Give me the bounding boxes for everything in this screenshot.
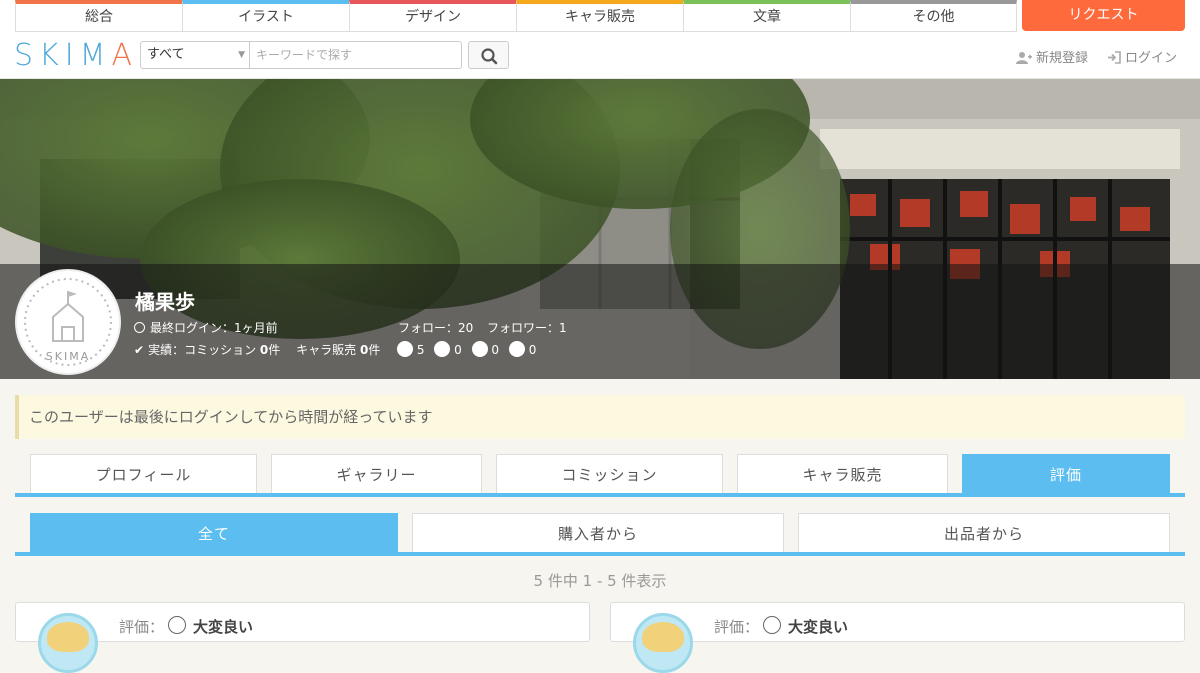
review-label: 評価： (119, 618, 165, 636)
bad-face-icon (508, 341, 525, 357)
avatar-wordmark: SKIMA (45, 350, 91, 363)
last-login: 最終ログイン：1ヶ月前 (134, 319, 278, 336)
login-link[interactable]: ログイン (1107, 47, 1177, 66)
reviewer-avatar[interactable] (38, 613, 98, 673)
review-card: 評価： 大変良い (610, 602, 1185, 673)
category-design[interactable]: デザイン (349, 0, 517, 32)
subtab-underline (15, 552, 1185, 556)
neutral-face-icon (471, 341, 488, 357)
user-avatar[interactable]: SKIMA (15, 269, 121, 375)
site-header: SKIMA すべて ▼ キーワードで探す 新規登録 ログイン (0, 32, 1200, 79)
sign-in-icon (1108, 51, 1121, 64)
request-button[interactable]: リクエスト (1022, 0, 1185, 31)
logo-letter: I (64, 38, 80, 73)
user-name: 橘果歩 (135, 290, 195, 314)
skima-logo[interactable]: SKIMA (14, 38, 138, 73)
clock-icon (134, 322, 145, 333)
achievements: ✔ 実績：コミッション 0件 キャラ販売 0件 (134, 341, 380, 358)
rating-summary: 5 0 0 0 (397, 341, 536, 357)
category-all[interactable]: 総合 (15, 0, 183, 32)
rating-very-good-count: 5 (416, 343, 425, 357)
subtab-from-sellers[interactable]: 出品者から (798, 513, 1170, 553)
commission-count: 0 (259, 343, 269, 357)
logo-letter: A (111, 38, 139, 73)
follower-count[interactable]: フォロワー：1 (487, 319, 567, 336)
tab-chara-sales[interactable]: キャラ販売 (737, 454, 948, 494)
follow-count[interactable]: フォロー：20 (398, 319, 473, 336)
result-count: 5 件中 1 - 5 件表示 (533, 572, 667, 590)
good-face-icon (434, 341, 451, 357)
achievements-label: 実績：コミッション (148, 343, 257, 357)
user-plus-icon (1016, 52, 1032, 64)
tab-reviews[interactable]: 評価 (962, 454, 1170, 494)
search-button[interactable] (468, 41, 509, 69)
check-icon: ✔ (134, 343, 145, 357)
unit-label: 件 (268, 343, 281, 357)
rating-bad-count: 0 (528, 343, 537, 357)
rating-good-count: 0 (454, 343, 462, 357)
smile-icon (168, 616, 186, 634)
search-icon (481, 48, 498, 65)
category-chara[interactable]: キャラ販売 (516, 0, 684, 32)
inactive-notice: このユーザーは最後にログインしてから時間が経っています (15, 395, 1185, 439)
review-label: 評価： (714, 618, 760, 636)
chara-label: キャラ販売 (296, 343, 357, 357)
reviewer-avatar[interactable] (633, 613, 693, 673)
category-nav: 総合 イラスト デザイン キャラ販売 文章 その他 リクエスト (0, 0, 1200, 32)
very-good-face-icon (397, 341, 413, 357)
unit-label: 件 (368, 343, 381, 357)
last-login-text: 最終ログイン：1ヶ月前 (150, 321, 278, 335)
tab-commission[interactable]: コミッション (496, 454, 723, 494)
review-card: 評価： 大変良い (15, 602, 590, 673)
subtab-from-buyers[interactable]: 購入者から (412, 513, 784, 553)
tab-profile[interactable]: プロフィール (30, 454, 257, 494)
search-scope-select[interactable]: すべて ▼ (140, 41, 250, 69)
review-value: 大変良い (788, 618, 849, 636)
search-scope-value: すべて (147, 47, 185, 62)
category-writing[interactable]: 文章 (683, 0, 851, 32)
tab-underline (15, 493, 1185, 497)
logo-letter: S (14, 38, 40, 73)
smile-icon (763, 616, 781, 634)
tab-gallery[interactable]: ギャラリー (271, 454, 482, 494)
search-input[interactable]: キーワードで探す (250, 41, 462, 69)
subtab-all[interactable]: 全て (30, 513, 398, 553)
logo-letter: M (79, 38, 112, 73)
login-label: ログイン (1125, 51, 1178, 66)
logo-letter: K (39, 38, 65, 73)
chevron-down-icon: ▼ (238, 50, 245, 60)
review-value: 大変良い (193, 618, 254, 636)
register-label: 新規登録 (1036, 51, 1089, 66)
category-other[interactable]: その他 (850, 0, 1017, 32)
register-link[interactable]: 新規登録 (1016, 47, 1088, 66)
rating-neutral-count: 0 (491, 343, 500, 357)
category-illust[interactable]: イラスト (182, 0, 350, 32)
